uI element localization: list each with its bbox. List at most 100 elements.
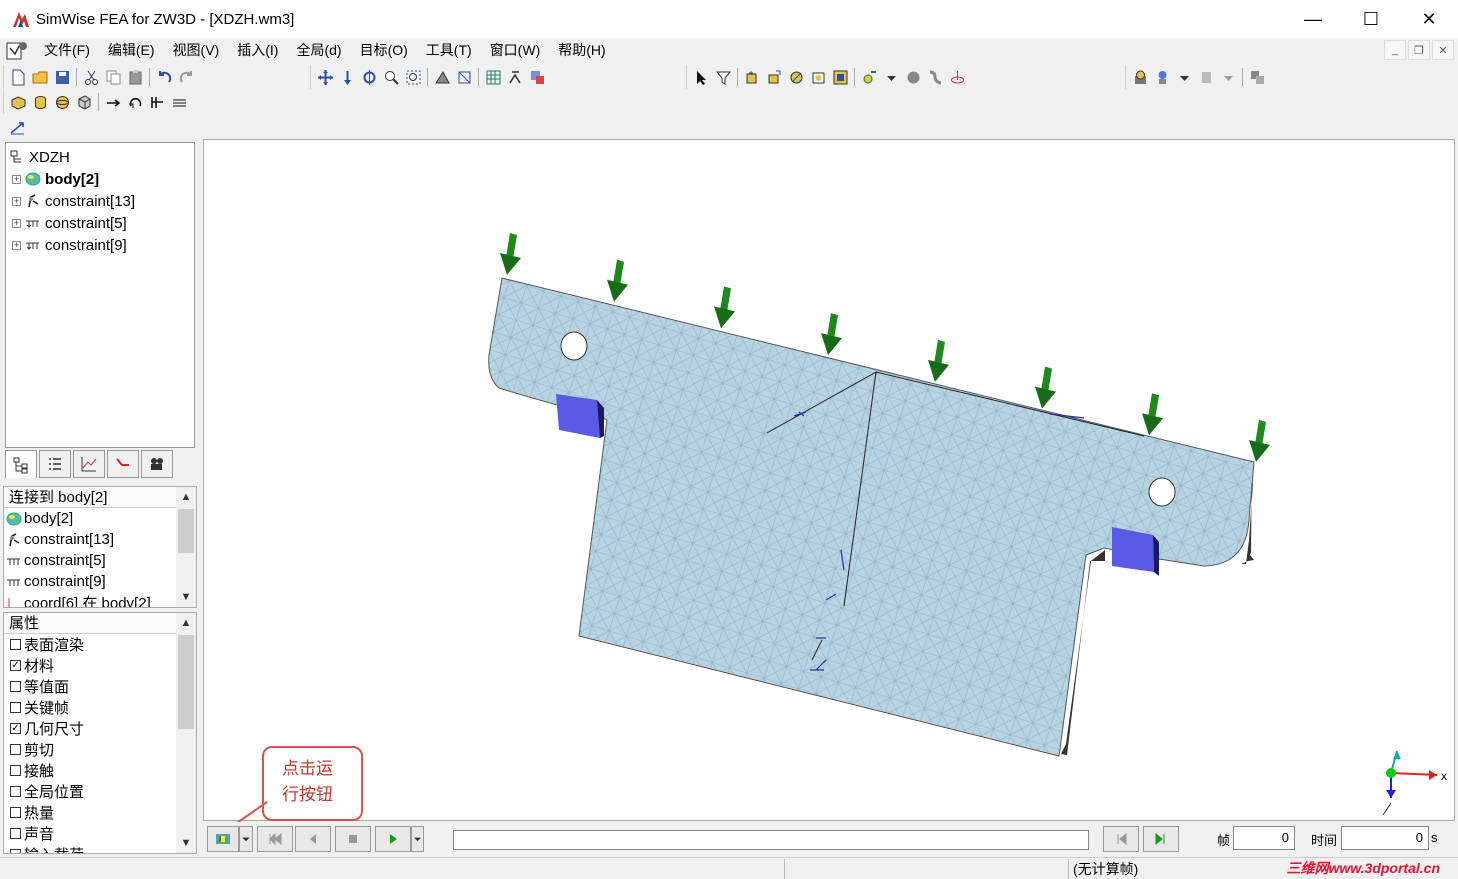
sphere-body-icon[interactable]	[51, 91, 73, 113]
tab-chart[interactable]	[73, 450, 105, 478]
tab-camera[interactable]	[141, 450, 173, 478]
open-folder-icon[interactable]	[29, 66, 51, 88]
connections-scrollbar[interactable]: ▲ ▼	[176, 487, 196, 607]
property-item[interactable]: 接触	[4, 760, 196, 781]
connection-item[interactable]: coord[6] 在 body[2]	[4, 592, 196, 607]
dropdown-arrow-2-icon[interactable]	[1173, 66, 1195, 88]
zoom-window-icon[interactable]	[380, 66, 402, 88]
property-item[interactable]: 全局位置	[4, 781, 196, 802]
body-tool-1-icon[interactable]	[741, 66, 763, 88]
stop-button[interactable]	[335, 826, 371, 852]
save-icon[interactable]	[51, 66, 73, 88]
scroll-down-arrow-icon[interactable]: ▼	[176, 587, 196, 607]
document-icon[interactable]	[5, 40, 29, 62]
force-arrow[interactable]	[1035, 366, 1056, 409]
tab-tree[interactable]	[5, 450, 37, 478]
property-checkbox[interactable]	[10, 765, 21, 776]
body-tool-3-icon[interactable]	[785, 66, 807, 88]
rewind-button[interactable]	[257, 826, 293, 852]
tree-item-constraint-5[interactable]: + constraint[5]	[12, 212, 127, 234]
property-item[interactable]: ✓ 几何尺寸	[4, 718, 196, 739]
tree-root[interactable]: XDZH	[9, 146, 70, 168]
connection-item[interactable]: constraint[9]	[4, 571, 196, 592]
play-button[interactable]	[375, 826, 411, 852]
property-checkbox[interactable]	[10, 849, 21, 853]
menu-object[interactable]: 目标(O)	[351, 38, 417, 63]
point-tool-icon[interactable]	[946, 66, 968, 88]
play-options-dropdown[interactable]	[411, 826, 424, 852]
wireframe-icon[interactable]	[453, 66, 475, 88]
property-item[interactable]: 表面渲染	[4, 634, 196, 655]
property-checkbox[interactable]	[10, 828, 21, 839]
menu-help[interactable]: 帮助(H)	[549, 38, 614, 63]
tab-load[interactable]	[107, 450, 139, 478]
analysis-icon[interactable]	[1151, 66, 1173, 88]
body-tool-2-icon[interactable]	[763, 66, 785, 88]
snap-icon[interactable]	[504, 66, 526, 88]
zoom-fit-icon[interactable]	[402, 66, 424, 88]
tab-list[interactable]	[39, 450, 71, 478]
property-checkbox[interactable]	[10, 639, 21, 650]
property-item[interactable]: 剪切	[4, 739, 196, 760]
scroll-down-arrow-icon[interactable]: ▼	[176, 833, 196, 853]
property-checkbox[interactable]	[10, 681, 21, 692]
force-arrow[interactable]	[714, 286, 735, 329]
run-options-dropdown[interactable]	[239, 826, 253, 852]
connection-item[interactable]: constraint[13]	[4, 529, 196, 550]
spring-tool-icon[interactable]	[924, 66, 946, 88]
expand-icon[interactable]: +	[12, 196, 21, 206]
model-scene[interactable]: x	[204, 140, 1455, 821]
copy-icon[interactable]	[102, 66, 124, 88]
rotate-view-icon[interactable]	[358, 66, 380, 88]
force-arrow[interactable]	[1142, 393, 1163, 436]
tree-item-constraint-13[interactable]: + constraint[13]	[12, 190, 135, 212]
menu-window[interactable]: 窗口(W)	[481, 38, 550, 63]
body-tool-5-icon[interactable]	[829, 66, 851, 88]
maximize-button[interactable]: ☐	[1342, 0, 1400, 38]
mdi-restore-button[interactable]: ❐	[1408, 40, 1430, 60]
scroll-up-arrow-icon[interactable]: ▲	[176, 613, 196, 633]
dropdown-arrow-3-icon[interactable]	[1217, 66, 1239, 88]
force-tool-icon[interactable]	[102, 91, 124, 113]
box-body-icon[interactable]	[7, 91, 29, 113]
force-arrow[interactable]	[928, 339, 949, 382]
force-arrow[interactable]	[821, 313, 842, 356]
select-arrow-icon[interactable]	[690, 66, 712, 88]
property-checkbox[interactable]	[10, 702, 21, 713]
previous-keyframe-button[interactable]	[1103, 826, 1139, 852]
expand-icon[interactable]: +	[12, 174, 21, 184]
scroll-up-arrow-icon[interactable]: ▲	[176, 487, 196, 507]
scroll-thumb[interactable]	[178, 509, 194, 553]
property-item[interactable]: ✓ 材料	[4, 655, 196, 676]
render-mode-icon[interactable]	[431, 66, 453, 88]
undo-icon[interactable]	[153, 66, 175, 88]
menu-tools[interactable]: 工具(T)	[417, 38, 481, 63]
cut-icon[interactable]	[80, 66, 102, 88]
dropdown-arrow-icon[interactable]	[880, 66, 902, 88]
connection-item[interactable]: constraint[5]	[4, 550, 196, 571]
view-options-icon[interactable]	[526, 66, 548, 88]
tree-item-body[interactable]: + body[2]	[12, 168, 99, 190]
joint-tool-icon[interactable]	[902, 66, 924, 88]
expand-icon[interactable]: +	[12, 240, 21, 250]
menu-global[interactable]: 全局(d)	[287, 38, 350, 63]
property-item[interactable]: 关键帧	[4, 697, 196, 718]
mdi-minimize-button[interactable]: _	[1384, 40, 1406, 60]
grid-icon[interactable]	[482, 66, 504, 88]
menu-edit[interactable]: 编辑(E)	[99, 38, 164, 63]
time-field[interactable]: 0	[1341, 826, 1429, 850]
expand-icon[interactable]: +	[12, 218, 21, 228]
select-filter-icon[interactable]	[712, 66, 734, 88]
close-button[interactable]: ✕	[1400, 0, 1458, 38]
run-simulation-button[interactable]	[207, 826, 239, 852]
property-item[interactable]: 声音	[4, 823, 196, 844]
pan-icon[interactable]	[314, 66, 336, 88]
results-icon[interactable]	[1195, 66, 1217, 88]
report-icon[interactable]	[1246, 66, 1268, 88]
property-item[interactable]: 等值面	[4, 676, 196, 697]
pressure-tool-icon[interactable]	[146, 91, 168, 113]
property-item[interactable]: 热量	[4, 802, 196, 823]
next-keyframe-button[interactable]	[1143, 826, 1179, 852]
sketch-line-icon[interactable]	[6, 116, 28, 138]
mesh-plate[interactable]	[488, 277, 1255, 757]
